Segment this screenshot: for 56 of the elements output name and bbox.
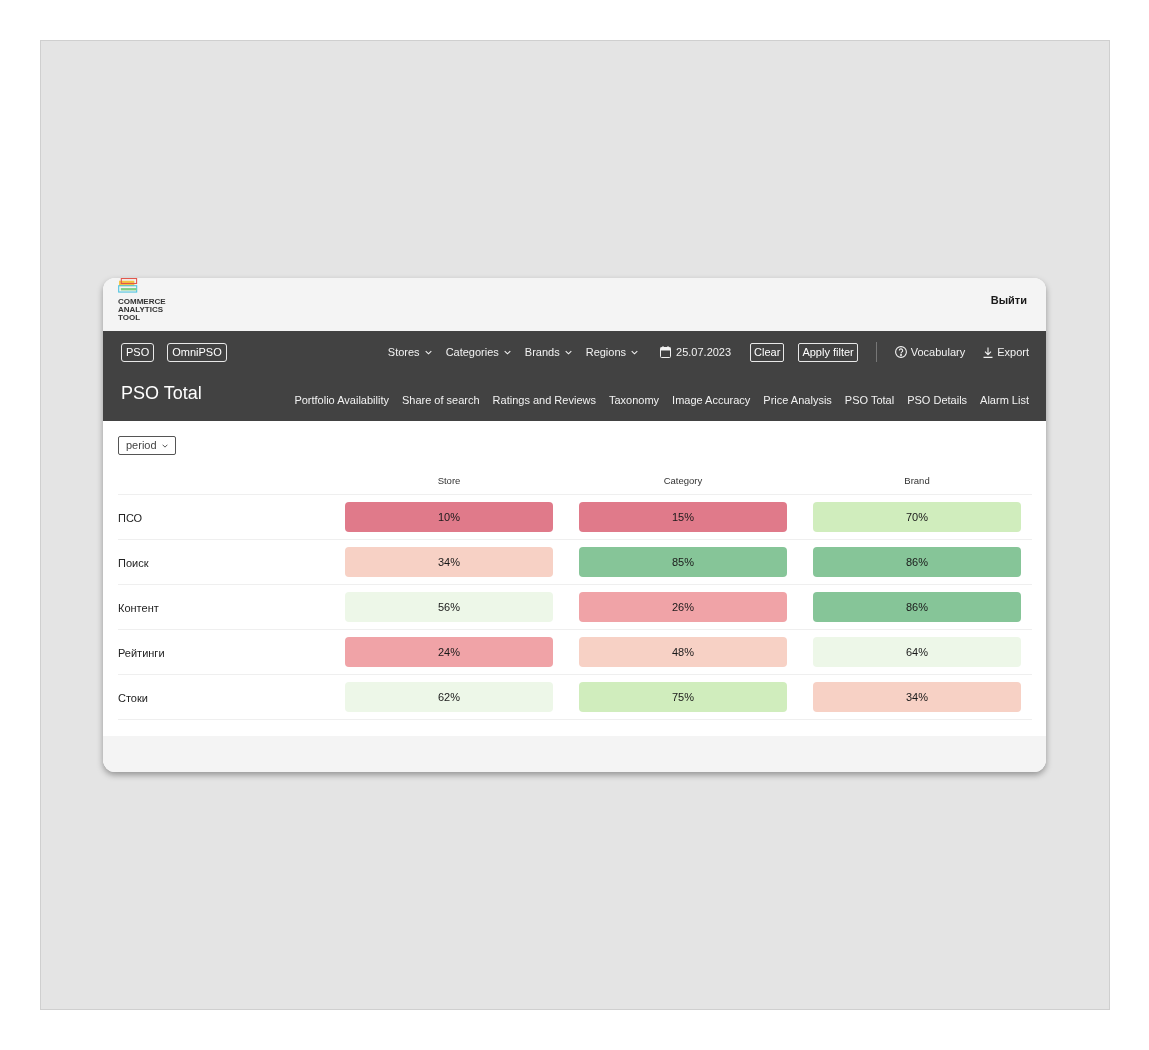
row-label: Стоки — [118, 692, 148, 704]
row-label: Контент — [118, 602, 159, 614]
chevron-down-icon — [564, 349, 572, 355]
chevron-down-icon — [161, 443, 168, 448]
filter-dropdown[interactable]: Stores — [387, 343, 432, 361]
page-title: PSO Total — [121, 382, 202, 405]
score-cell: 62% — [345, 682, 553, 712]
score-cell: 34% — [345, 547, 553, 577]
score-cell: 75% — [579, 682, 787, 712]
calendar-icon — [660, 346, 672, 358]
column-header: Brand — [904, 474, 930, 489]
vocabulary-link[interactable]: Vocabulary — [894, 343, 966, 361]
column-header: Category — [663, 474, 703, 489]
chevron-down-icon — [631, 349, 639, 355]
nav-tab[interactable]: Ratings and Reviews — [492, 393, 596, 407]
filter-dropdown[interactable]: Brands — [524, 343, 572, 361]
chevron-down-icon — [424, 349, 432, 355]
nav-tab[interactable]: Taxonomy — [608, 393, 660, 407]
score-cell: 85% — [579, 547, 787, 577]
filter-action-button[interactable]: Apply filter — [798, 342, 858, 362]
nav-tab[interactable]: Price Analysis — [763, 393, 832, 407]
score-cell: 56% — [345, 592, 553, 622]
row-label: Рейтинги — [118, 647, 165, 659]
nav-tab[interactable]: Image Accuracy — [672, 393, 751, 407]
score-cell: 34% — [813, 682, 1021, 712]
filter-dropdown[interactable]: Categories — [445, 343, 511, 361]
logo-text: COMMERCE ANALYTICS TOOL — [118, 298, 166, 322]
score-cell: 15% — [579, 502, 787, 532]
nav-tab[interactable]: Portfolio Availability — [294, 393, 389, 407]
filter-action-button[interactable]: Clear — [750, 342, 785, 362]
nav-tab[interactable]: Alarm List — [980, 393, 1029, 407]
help-icon — [894, 346, 907, 358]
mode-button[interactable]: OmniPSO — [167, 342, 227, 362]
score-cell: 26% — [579, 592, 787, 622]
score-cell: 48% — [579, 637, 787, 667]
row-label: Поиск — [118, 557, 149, 569]
score-cell: 70% — [813, 502, 1021, 532]
score-cell: 86% — [813, 592, 1021, 622]
row-label: ПСО — [118, 512, 143, 524]
chevron-down-icon — [503, 349, 511, 355]
download-icon — [983, 346, 994, 358]
period-dropdown[interactable]: period — [118, 436, 176, 455]
nav-tab[interactable]: Share of search — [401, 393, 480, 407]
filter-dropdown[interactable]: Regions — [585, 343, 639, 361]
mode-button[interactable]: PSO — [121, 342, 155, 362]
score-cell: 10% — [345, 502, 553, 532]
score-cell: 24% — [345, 637, 553, 667]
column-header: Store — [437, 474, 461, 489]
nav-tab[interactable]: PSO Details — [907, 393, 968, 407]
logout-link[interactable]: Выйти — [990, 293, 1027, 307]
score-cell: 64% — [813, 637, 1021, 667]
export-link[interactable]: Export — [983, 343, 1029, 361]
logo-icon — [118, 278, 139, 296]
score-cell: 86% — [813, 547, 1021, 577]
nav-tab[interactable]: PSO Total — [844, 393, 895, 407]
date-picker[interactable]: 25.07.2023 — [660, 343, 732, 361]
